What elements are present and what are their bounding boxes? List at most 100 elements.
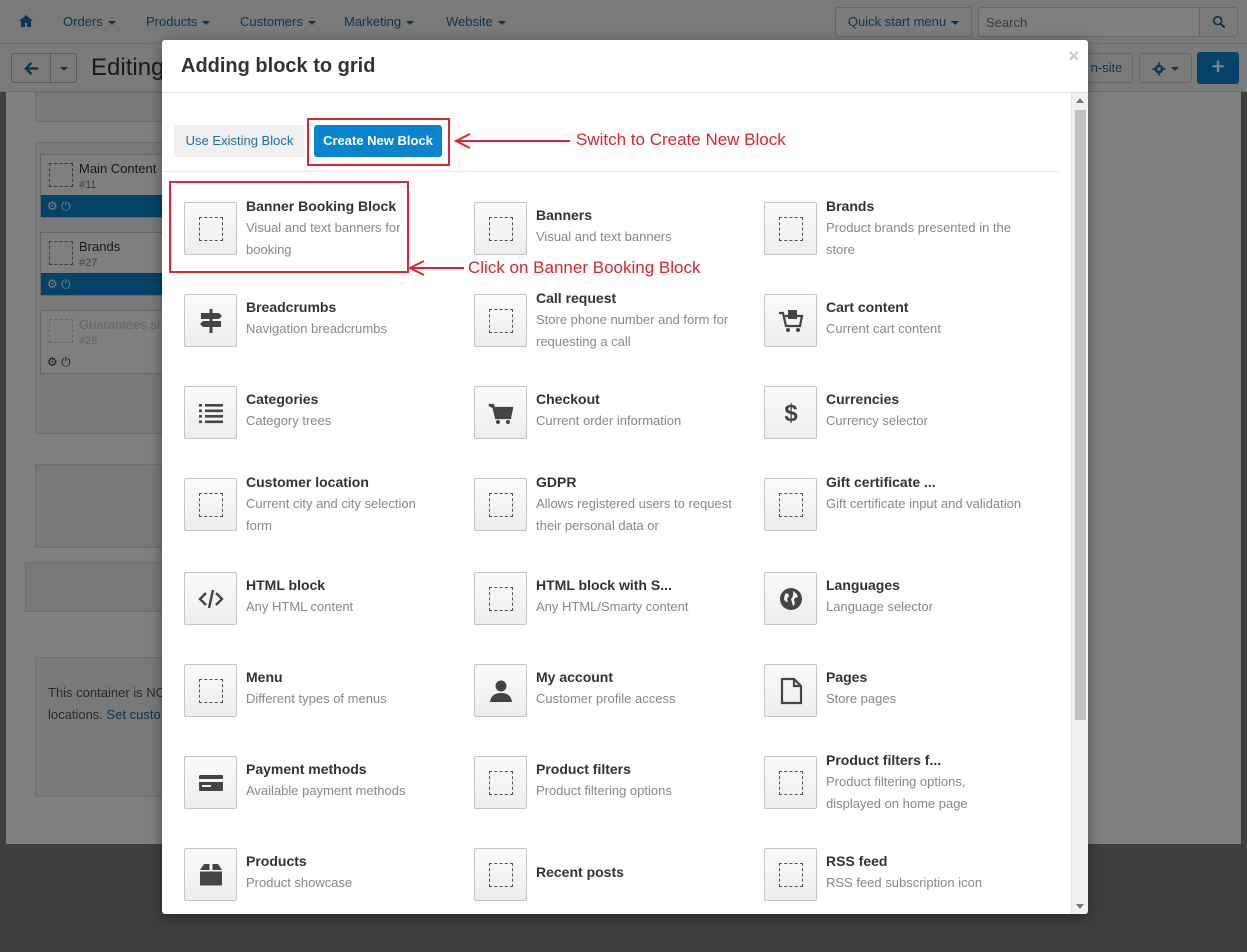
block-type-item[interactable]: Gift certificate ... Gift certificate inp…: [764, 474, 1024, 558]
code-icon: [184, 572, 237, 625]
block-type-item[interactable]: Cart content Current cart content: [764, 294, 1024, 374]
block-type-item[interactable]: Call request Store phone number and form …: [474, 290, 734, 374]
dotted-square-icon: [184, 478, 237, 531]
block-type-item[interactable]: Categories Category trees: [184, 386, 444, 466]
dialog-title: Adding block to grid: [181, 55, 376, 77]
block-type-name: GDPR: [536, 474, 577, 490]
block-type-name: Categories: [246, 391, 319, 407]
annotation-switch-tab: Switch to Create New Block: [576, 130, 786, 149]
dotted-square-icon: [474, 572, 527, 625]
dotted-square-icon: [474, 848, 527, 901]
dotted-square-icon: [764, 848, 817, 901]
tab-use-existing-block[interactable]: Use Existing Block: [174, 125, 305, 157]
page-icon: [764, 664, 817, 717]
block-type-description: Category trees: [246, 413, 332, 428]
dotted-square-icon: [474, 756, 527, 809]
block-type-description: Navigation breadcrumbs: [246, 321, 387, 336]
block-type-description: Visual and text banners: [536, 229, 672, 244]
block-type-name: Call request: [536, 290, 617, 306]
block-type-name: Cart content: [826, 299, 909, 315]
credit-card-icon: [184, 756, 237, 809]
block-type-description: RSS feed subscription icon: [826, 875, 983, 890]
block-type-name: My account: [536, 669, 614, 685]
block-type-description: Store pages: [826, 691, 897, 706]
block-type-description: Allows registered users to request their…: [536, 496, 732, 533]
box-icon: [184, 848, 237, 901]
scroll-thumb[interactable]: [1075, 110, 1086, 720]
dotted-square-icon: [474, 202, 527, 255]
block-type-description: Currency selector: [826, 413, 928, 428]
block-type-item[interactable]: HTML block with S... Any HTML/Smarty cont…: [474, 572, 734, 652]
block-type-name: Product filters: [536, 761, 631, 777]
svg-text:$: $: [784, 400, 798, 427]
block-type-description: Current city and city selection form: [246, 496, 416, 533]
block-type-description: Product filtering options, displayed on …: [826, 774, 968, 811]
block-type-item[interactable]: My account Customer profile access: [474, 664, 734, 744]
dotted-square-icon: [764, 202, 817, 255]
block-type-item[interactable]: HTML block Any HTML content: [184, 572, 444, 652]
user-icon: [474, 664, 527, 717]
block-type-name: Banners: [536, 207, 593, 223]
block-type-name: Checkout: [536, 391, 600, 407]
block-type-item[interactable]: Payment methods Available payment methods: [184, 756, 444, 836]
divider: [162, 171, 1059, 172]
block-type-name: HTML block with S...: [536, 577, 672, 593]
block-type-item[interactable]: RSS feed RSS feed subscription icon: [764, 848, 1024, 914]
dialog-header: Adding block to grid ×: [162, 40, 1088, 93]
block-type-item[interactable]: Breadcrumbs Navigation breadcrumbs: [184, 294, 444, 374]
block-type-name: Breadcrumbs: [246, 299, 337, 315]
block-type-description: Gift certificate input and validation: [826, 496, 1022, 511]
block-type-item[interactable]: Pages Store pages: [764, 664, 1024, 744]
list-icon: [184, 386, 237, 439]
block-type-description: Store phone number and form for requesti…: [536, 312, 729, 349]
scroll-up-arrow-icon[interactable]: [1076, 98, 1084, 103]
dotted-square-icon: [474, 294, 527, 347]
close-icon[interactable]: ×: [1068, 46, 1079, 67]
block-type-item[interactable]: GDPR Allows registered users to request t…: [474, 474, 734, 558]
dotted-square-icon: [184, 664, 237, 717]
block-type-name: Gift certificate ...: [826, 474, 936, 490]
dotted-square-icon: [764, 478, 817, 531]
block-type-item[interactable]: $ Currencies Currency selector: [764, 386, 1024, 466]
block-type-name: Languages: [826, 577, 900, 593]
dollar-icon: $: [764, 386, 817, 439]
block-type-description: Product showcase: [246, 875, 353, 890]
block-type-description: Any HTML/Smarty content: [536, 599, 689, 614]
block-type-description: Any HTML content: [246, 599, 354, 614]
block-type-item[interactable]: Product filters Product filtering options: [474, 756, 734, 836]
block-type-description: Product filtering options: [536, 783, 672, 798]
block-type-item[interactable]: Menu Different types of menus: [184, 664, 444, 744]
block-type-description: Current order information: [536, 413, 682, 428]
cart-icon: [474, 386, 527, 439]
dotted-square-icon: [474, 478, 527, 531]
block-type-item[interactable]: Customer location Current city and city s…: [184, 474, 444, 558]
block-type-item[interactable]: Recent posts: [474, 848, 734, 914]
block-type-name: HTML block: [246, 577, 326, 593]
block-type-description: Customer profile access: [536, 691, 676, 706]
block-type-item[interactable]: Brands Product brands presented in the st…: [764, 198, 1024, 282]
add-block-dialog: Adding block to grid × Use Existing Bloc…: [162, 40, 1088, 914]
block-type-name: Customer location: [246, 474, 369, 490]
block-type-item[interactable]: Checkout Current order information: [474, 386, 734, 466]
globe-icon: [764, 572, 817, 625]
block-type-description: Available payment methods: [246, 783, 406, 798]
block-type-name: Pages: [826, 669, 868, 685]
block-type-description: Language selector: [826, 599, 933, 614]
scrollbar[interactable]: [1071, 93, 1088, 914]
block-type-name: Currencies: [826, 391, 900, 407]
block-type-name: Products: [246, 853, 307, 869]
block-type-item[interactable]: Products Product showcase: [184, 848, 444, 914]
block-type-description: Current cart content: [826, 321, 941, 336]
block-type-name: Menu: [246, 669, 283, 685]
block-type-name: RSS feed: [826, 853, 888, 869]
block-type-name: Recent posts: [536, 864, 624, 880]
highlight-create-new-block: [307, 118, 450, 166]
block-type-name: Payment methods: [246, 761, 367, 777]
scroll-down-arrow-icon[interactable]: [1076, 904, 1084, 909]
block-type-name: Brands: [826, 198, 875, 214]
block-type-description: Different types of menus: [246, 691, 387, 706]
block-type-item[interactable]: Product filters f... Product filtering op…: [764, 752, 1024, 836]
annotation-click-block: Click on Banner Booking Block: [468, 258, 701, 277]
block-type-item[interactable]: Languages Language selector: [764, 572, 1024, 652]
signpost-icon: [184, 294, 237, 347]
